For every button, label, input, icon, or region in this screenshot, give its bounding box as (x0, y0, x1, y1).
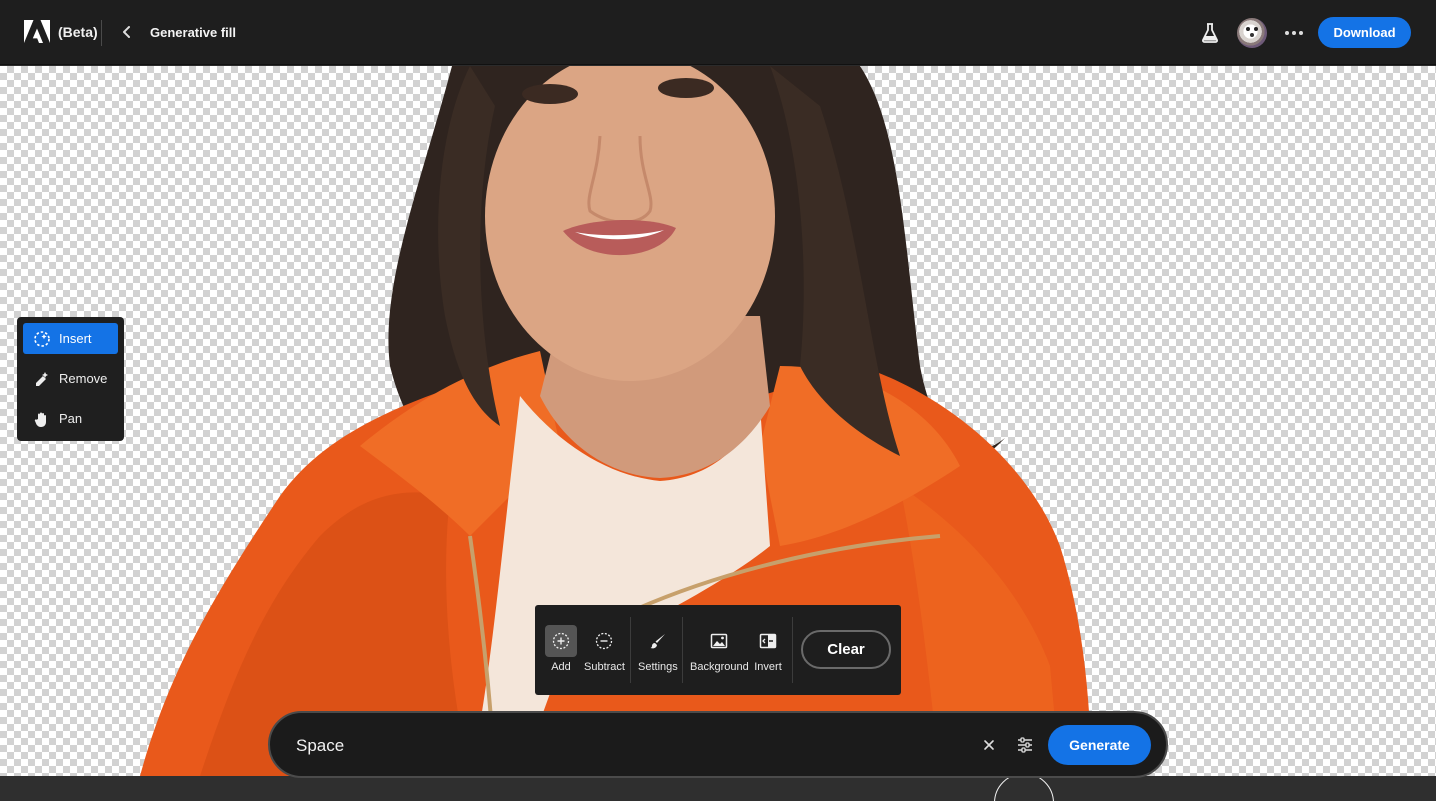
settings-sliders-icon[interactable] (1013, 734, 1037, 756)
page-title: Generative fill (150, 25, 236, 40)
bottom-strip (0, 776, 1436, 801)
tool-panel: Insert Remove Pan (17, 317, 124, 441)
tool-label: Insert (59, 331, 92, 346)
beta-label: (Beta) (58, 24, 98, 40)
add-selection-icon (545, 625, 577, 657)
clear-selection-button[interactable]: Clear (801, 630, 891, 669)
remove-eraser-icon (33, 370, 51, 388)
add-label: Add (551, 661, 571, 673)
toolbar-divider (630, 617, 631, 683)
background-label: Background (690, 661, 749, 673)
header-divider (101, 20, 102, 46)
invert-icon (752, 625, 784, 657)
settings-label: Settings (638, 661, 678, 673)
download-button[interactable]: Download (1318, 17, 1411, 48)
more-icon[interactable] (1281, 21, 1307, 45)
invert-label: Invert (754, 661, 782, 673)
toolbar-divider (792, 617, 793, 683)
tool-label: Pan (59, 411, 83, 426)
subtract-selection-icon (585, 625, 623, 657)
prompt-input[interactable] (296, 731, 956, 761)
adobe-logo[interactable] (24, 20, 50, 44)
top-bar: (Beta) Generative fill Download (0, 0, 1436, 65)
tool-insert[interactable]: Insert (23, 323, 118, 354)
subtract-selection-button[interactable]: Subtract (584, 625, 625, 673)
subtract-label: Subtract (584, 661, 625, 673)
add-selection-button[interactable]: Add (545, 625, 577, 673)
insert-sparkle-icon (33, 330, 51, 348)
hand-icon (33, 410, 51, 428)
tool-remove[interactable]: Remove (23, 363, 118, 394)
brush-icon (642, 625, 674, 657)
tool-pan[interactable]: Pan (23, 403, 118, 434)
prompt-bar: Generate (268, 711, 1168, 778)
tool-label: Remove (59, 371, 108, 386)
generate-button[interactable]: Generate (1048, 725, 1151, 765)
image-icon (692, 625, 746, 657)
select-background-button[interactable]: Background (690, 625, 749, 673)
invert-selection-button[interactable]: Invert (752, 625, 784, 673)
clear-prompt-icon[interactable] (978, 734, 1000, 756)
brush-settings-button[interactable]: Settings (638, 625, 678, 673)
labs-flask-icon[interactable] (1198, 20, 1222, 46)
selection-toolbar: Add Subtract Settings Background Invert … (535, 605, 901, 695)
user-avatar[interactable] (1237, 18, 1267, 48)
back-chevron-icon[interactable] (116, 21, 138, 43)
toolbar-divider (682, 617, 683, 683)
